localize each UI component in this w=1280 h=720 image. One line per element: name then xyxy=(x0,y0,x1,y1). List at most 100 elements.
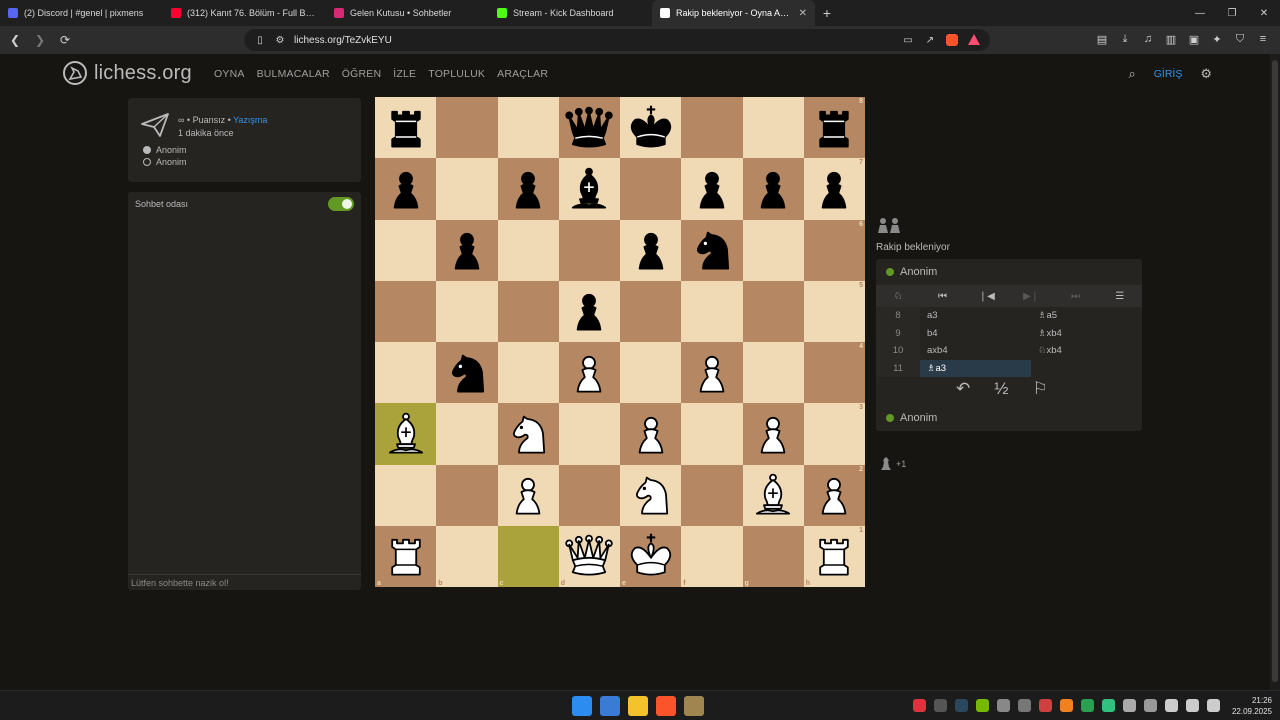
black-bishop-icon[interactable] xyxy=(562,162,616,216)
square-g8[interactable] xyxy=(742,97,804,159)
tab-search-icon[interactable]: ▤ xyxy=(1095,32,1109,46)
white-pawn-icon[interactable] xyxy=(562,346,616,400)
square-c7[interactable] xyxy=(497,158,559,220)
square-g3[interactable] xyxy=(742,403,804,465)
square-f3[interactable] xyxy=(681,403,743,465)
square-h3[interactable]: 3 xyxy=(803,403,865,465)
square-c5[interactable] xyxy=(497,280,559,342)
square-g6[interactable] xyxy=(742,219,804,281)
menu-icon[interactable]: ☰ xyxy=(1098,291,1142,302)
square-f8[interactable] xyxy=(681,97,743,159)
bottom-player-name[interactable]: Anonim xyxy=(900,412,937,424)
widgets-icon[interactable] xyxy=(600,696,620,716)
last-move-icon[interactable]: ⏭ xyxy=(1053,291,1097,302)
square-b1[interactable]: b xyxy=(436,525,498,587)
wallet-icon[interactable]: ▣ xyxy=(1187,32,1201,46)
prev-move-icon[interactable]: ❘◀ xyxy=(965,291,1009,302)
square-d3[interactable] xyxy=(558,403,620,465)
brave-taskbar-icon[interactable] xyxy=(656,696,676,716)
volume-icon[interactable] xyxy=(1186,699,1199,712)
square-d8[interactable] xyxy=(558,97,620,159)
square-c6[interactable] xyxy=(497,219,559,281)
black-pawn-icon[interactable] xyxy=(746,162,800,216)
close-window-icon[interactable]: ✕ xyxy=(1248,0,1280,26)
black-rook-icon[interactable] xyxy=(379,101,433,155)
tray-app-8-icon[interactable] xyxy=(1102,699,1115,712)
black-queen-icon[interactable] xyxy=(562,101,616,155)
square-c1[interactable]: c xyxy=(497,525,559,587)
square-g2[interactable] xyxy=(742,464,804,526)
tray-app-5-icon[interactable] xyxy=(1039,699,1052,712)
square-d5[interactable] xyxy=(558,280,620,342)
search-icon[interactable]: ⌕ xyxy=(1128,66,1135,82)
black-king-icon[interactable] xyxy=(624,101,678,155)
square-b7[interactable] xyxy=(436,158,498,220)
square-e6[interactable] xyxy=(620,219,682,281)
white-move[interactable]: a3 xyxy=(920,307,1031,325)
site-logo[interactable]: lichess.org xyxy=(62,60,192,86)
black-move[interactable]: ♗xb4 xyxy=(1031,325,1142,343)
square-h2[interactable]: 2 xyxy=(803,464,865,526)
start-icon[interactable] xyxy=(572,696,592,716)
white-pawn-icon[interactable] xyxy=(685,346,739,400)
square-a6[interactable] xyxy=(375,219,437,281)
browser-tab[interactable]: Stream - Kick Dashboard xyxy=(489,0,652,26)
square-a4[interactable] xyxy=(375,342,437,404)
brave-shields-icon[interactable] xyxy=(946,34,958,46)
black-pawn-icon[interactable] xyxy=(562,284,616,338)
browser-tab[interactable]: (2) Discord | #genel | pixmens xyxy=(0,0,163,26)
square-b3[interactable] xyxy=(436,403,498,465)
browser-tab[interactable]: Gelen Kutusu • Sohbetler xyxy=(326,0,489,26)
square-f6[interactable] xyxy=(681,219,743,281)
tray-app-2-icon[interactable] xyxy=(934,699,947,712)
black-pawn-icon[interactable] xyxy=(624,223,678,277)
square-e1[interactable]: e xyxy=(620,525,682,587)
square-a2[interactable] xyxy=(375,464,437,526)
tray-app-3-icon[interactable] xyxy=(997,699,1010,712)
maximize-icon[interactable]: ❐ xyxy=(1216,0,1248,26)
browser-tab[interactable]: Rakip bekleniyor - Oyna Anon. • ✕ xyxy=(652,0,815,26)
download-icon[interactable]: ⤓ xyxy=(1118,32,1132,46)
black-knight-icon[interactable] xyxy=(440,346,494,400)
square-h5[interactable]: 5 xyxy=(803,280,865,342)
square-f4[interactable] xyxy=(681,342,743,404)
black-pawn-icon[interactable] xyxy=(685,162,739,216)
black-knight-icon[interactable] xyxy=(685,223,739,277)
white-move[interactable]: b4 xyxy=(920,325,1031,343)
square-c4[interactable] xyxy=(497,342,559,404)
top-player-name[interactable]: Anonim xyxy=(900,266,937,278)
leo-ai-icon[interactable]: ✦ xyxy=(1210,32,1224,46)
white-pawn-icon[interactable] xyxy=(624,407,678,461)
white-rook-icon[interactable] xyxy=(379,529,433,583)
square-d6[interactable] xyxy=(558,219,620,281)
chess-board[interactable]: 8765432abcdefg1h xyxy=(375,97,865,587)
cast-icon[interactable]: ▭ xyxy=(902,34,914,46)
square-f1[interactable]: f xyxy=(681,525,743,587)
square-h8[interactable]: 8 xyxy=(803,97,865,159)
tray-app-9-icon[interactable] xyxy=(1123,699,1136,712)
black-pawn-icon[interactable] xyxy=(379,162,433,216)
league-icon[interactable] xyxy=(684,696,704,716)
square-a3[interactable] xyxy=(375,403,437,465)
square-b8[interactable] xyxy=(436,97,498,159)
square-e5[interactable] xyxy=(620,280,682,342)
square-g7[interactable] xyxy=(742,158,804,220)
square-g5[interactable] xyxy=(742,280,804,342)
flip-board-icon[interactable]: ♘ xyxy=(876,291,920,302)
square-h4[interactable]: 4 xyxy=(803,342,865,404)
black-pawn-icon[interactable] xyxy=(440,223,494,277)
black-move[interactable]: ♗a5 xyxy=(1031,307,1142,325)
tray-app-7-icon[interactable] xyxy=(1081,699,1094,712)
bookmark-icon[interactable]: ▯ xyxy=(254,34,266,46)
file-explorer-icon[interactable] xyxy=(628,696,648,716)
square-b5[interactable] xyxy=(436,280,498,342)
square-d2[interactable] xyxy=(558,464,620,526)
offer-draw-button[interactable]: ½ xyxy=(994,379,1008,399)
next-move-icon[interactable]: ▶❘ xyxy=(1009,291,1053,302)
microphone-icon[interactable] xyxy=(1144,699,1157,712)
square-e8[interactable] xyxy=(620,97,682,159)
square-b6[interactable] xyxy=(436,219,498,281)
square-b4[interactable] xyxy=(436,342,498,404)
tray-app-1-icon[interactable] xyxy=(913,699,926,712)
square-e4[interactable] xyxy=(620,342,682,404)
